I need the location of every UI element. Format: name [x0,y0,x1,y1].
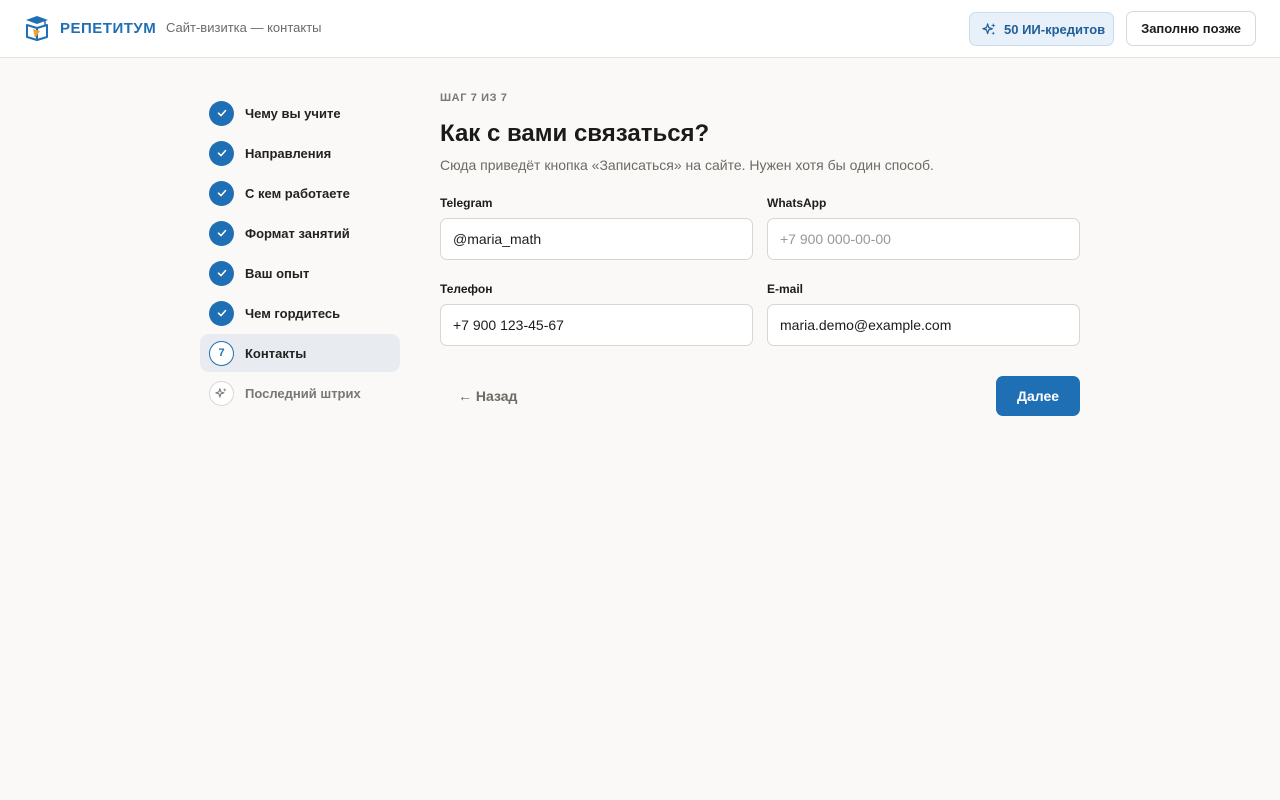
sidebar-step-achievements[interactable]: Чем гордитесь [200,294,400,332]
brand-name: РЕПЕТИТУМ [60,20,157,37]
sidebar-step-contacts[interactable]: 7 Контакты [200,334,400,372]
email-input[interactable] [767,304,1080,346]
whatsapp-group: WhatsApp [767,196,1080,260]
sidebar-step-final-touch[interactable]: Последний штрих [200,374,400,412]
ai-credits-label: 50 ИИ-кредитов [1004,21,1106,37]
sidebar-step-audience[interactable]: С кем работаете [200,174,400,212]
top-header: РЕПЕТИТУМ Сайт-визитка — контакты 50 ИИ-… [0,0,1280,58]
step-label: Формат занятий [245,225,350,241]
step-label: Ваш опыт [245,265,310,281]
phone-label: Телефон [440,282,493,296]
step-label: Контакты [245,345,307,361]
step-label: Чему вы учите [245,105,341,121]
next-button[interactable]: Далее [996,376,1080,416]
sidebar-step-teach[interactable]: Чему вы учите [200,94,400,132]
back-button[interactable]: ← Назад [458,388,517,404]
step-label: Последний штрих [245,385,361,401]
step-number-badge: 7 [209,340,234,366]
telegram-group: Telegram [440,196,753,260]
sidebar-step-format[interactable]: Формат занятий [200,214,400,252]
step-counter: ШАГ 7 ИЗ 7 [440,92,508,104]
phone-input[interactable] [440,304,753,346]
contacts-form: ШАГ 7 ИЗ 7 Как с вами связаться? Сюда пр… [440,92,1080,416]
whatsapp-input[interactable] [767,218,1080,260]
check-icon [209,300,234,326]
sidebar-step-experience[interactable]: Ваш опыт [200,254,400,292]
steps-sidebar: Чему вы учите Направления С кем работает… [200,94,400,414]
telegram-label: Telegram [440,196,493,210]
step-label: Чем гордитесь [245,305,341,321]
fill-later-button[interactable]: Заполню позже [1126,11,1256,46]
phone-group: Телефон [440,282,753,346]
check-icon [209,100,234,126]
ai-credits-badge[interactable]: 50 ИИ-кредитов [969,12,1114,46]
header-subtitle: Сайт-визитка — контакты [166,20,322,35]
check-icon [209,220,234,246]
sparkle-icon [982,22,996,35]
form-actions: ← Назад Далее [440,376,1080,416]
email-label: E-mail [767,282,804,296]
telegram-input[interactable] [440,218,753,260]
sidebar-step-directions[interactable]: Направления [200,134,400,172]
email-group: E-mail [767,282,1080,346]
check-icon [209,140,234,166]
sparkle-icon [209,380,234,406]
page-description: Сюда приведёт кнопка «Записаться» на сай… [440,157,934,173]
page-title: Как с вами связаться? [440,120,710,147]
contact-fields: Telegram WhatsApp Телефон E-mail [440,196,1080,346]
book-graduation-icon [26,16,48,41]
step-label: С кем работаете [245,185,350,201]
whatsapp-label: WhatsApp [767,196,827,210]
step-label: Направления [245,145,332,161]
check-icon [209,260,234,286]
check-icon [209,180,234,206]
